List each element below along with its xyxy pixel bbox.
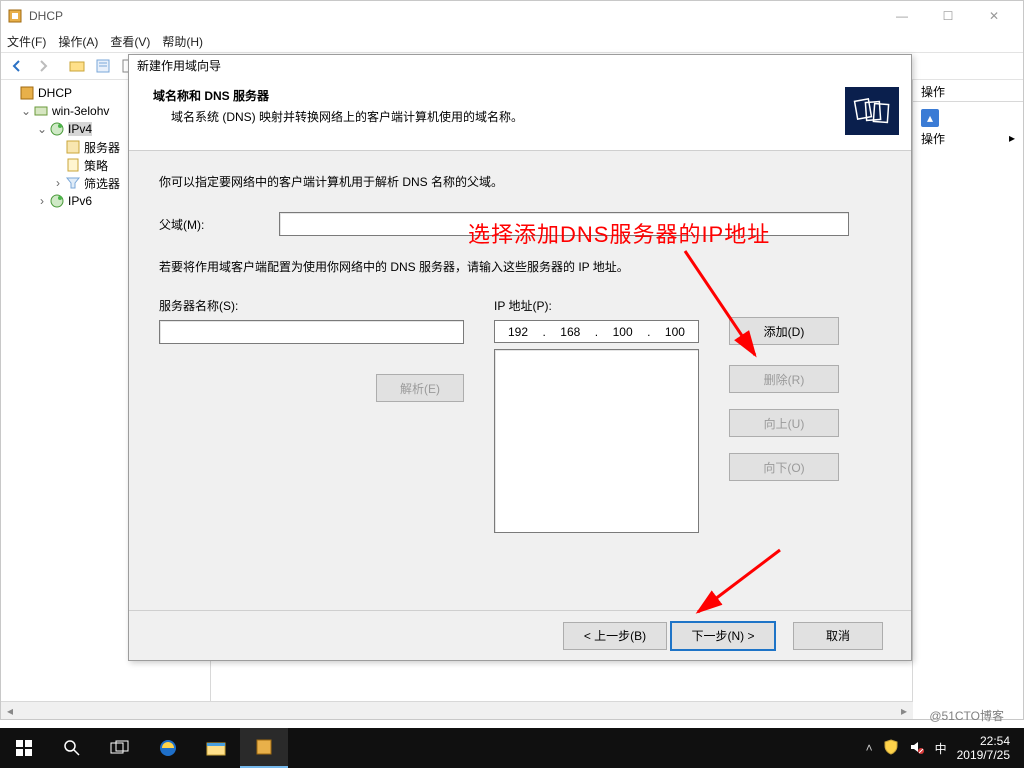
actions-ops[interactable]: 操作 bbox=[921, 130, 945, 147]
next-button[interactable]: 下一步(N) > bbox=[671, 622, 775, 650]
horizontal-scrollbar[interactable]: ◂▸ bbox=[1, 701, 913, 719]
dhcp-app-icon bbox=[7, 8, 23, 24]
wizard-title: 新建作用域向导 bbox=[129, 55, 911, 77]
collapse-icon[interactable]: ▴ bbox=[921, 109, 939, 127]
taskbar-explorer[interactable] bbox=[192, 728, 240, 768]
menu-view[interactable]: 查看(V) bbox=[110, 33, 150, 50]
tray-volume-icon[interactable] bbox=[909, 739, 925, 758]
watermark: @51CTO博客 bbox=[929, 707, 1004, 724]
wizard-line1: 你可以指定要网络中的客户端计算机用于解析 DNS 名称的父域。 bbox=[159, 173, 881, 190]
annotation-text: 选择添加DNS服务器的IP地址 bbox=[468, 217, 770, 249]
wizard-heading: 域名称和 DNS 服务器 bbox=[153, 87, 845, 104]
maximize-button[interactable]: ☐ bbox=[925, 1, 971, 31]
servername-label: 服务器名称(S): bbox=[159, 297, 464, 314]
up-button[interactable]: 向上(U) bbox=[729, 409, 839, 437]
down-button[interactable]: 向下(O) bbox=[729, 453, 839, 481]
resolve-button[interactable]: 解析(E) bbox=[376, 374, 464, 402]
back-button[interactable]: < 上一步(B) bbox=[563, 622, 667, 650]
wizard-subheading: 域名系统 (DNS) 映射并转换网络上的客户端计算机使用的域名称。 bbox=[153, 108, 845, 125]
wizard-header-icon bbox=[845, 87, 899, 135]
ip-label: IP 地址(P): bbox=[494, 297, 699, 314]
tray-shield-icon[interactable] bbox=[883, 739, 899, 758]
wizard-line2: 若要将作用域客户端配置为使用你网络中的 DNS 服务器，请输入这些服务器的 IP… bbox=[159, 258, 881, 275]
nav-forward-button[interactable] bbox=[31, 55, 55, 77]
menu-action[interactable]: 操作(A) bbox=[58, 33, 98, 50]
cancel-button[interactable]: 取消 bbox=[793, 622, 883, 650]
taskbar-ie[interactable] bbox=[144, 728, 192, 768]
ip-address-input[interactable]: 192. 168. 100. 100 bbox=[494, 320, 699, 343]
menu-file[interactable]: 文件(F) bbox=[7, 33, 46, 50]
remove-button[interactable]: 删除(R) bbox=[729, 365, 839, 393]
actions-header: 操作 bbox=[913, 80, 1023, 102]
tray: ˄ 中 22:54 2019/7/25 bbox=[856, 734, 1024, 762]
actions-pane: 操作 ▴ 操作 ▸ bbox=[913, 80, 1023, 719]
window-title: DHCP bbox=[29, 9, 63, 23]
new-scope-wizard: 新建作用域向导 域名称和 DNS 服务器 域名系统 (DNS) 映射并转换网络上… bbox=[128, 54, 912, 661]
add-button[interactable]: 添加(D) bbox=[729, 317, 839, 345]
taskbar: ˄ 中 22:54 2019/7/25 bbox=[0, 728, 1024, 768]
close-button[interactable]: ✕ bbox=[971, 1, 1017, 31]
ip-listbox[interactable] bbox=[494, 349, 699, 533]
minimize-button[interactable]: — bbox=[879, 1, 925, 31]
titlebar[interactable]: DHCP — ☐ ✕ bbox=[1, 1, 1023, 31]
nav-back-button[interactable] bbox=[5, 55, 29, 77]
tray-clock[interactable]: 22:54 2019/7/25 bbox=[957, 734, 1014, 762]
menu-help[interactable]: 帮助(H) bbox=[162, 33, 203, 50]
search-button[interactable] bbox=[48, 728, 96, 768]
taskbar-dhcp[interactable] bbox=[240, 728, 288, 768]
wizard-header: 域名称和 DNS 服务器 域名系统 (DNS) 映射并转换网络上的客户端计算机使… bbox=[129, 77, 911, 151]
parent-domain-label: 父域(M): bbox=[159, 216, 279, 233]
tray-chevron-icon[interactable]: ˄ bbox=[866, 741, 873, 755]
menubar: 文件(F) 操作(A) 查看(V) 帮助(H) bbox=[1, 31, 1023, 52]
wizard-footer: < 上一步(B) 下一步(N) > 取消 bbox=[129, 610, 911, 660]
start-button[interactable] bbox=[0, 728, 48, 768]
chevron-right-icon: ▸ bbox=[1009, 131, 1015, 145]
toolbar-properties-icon[interactable] bbox=[91, 55, 115, 77]
toolbar-folder-icon[interactable] bbox=[65, 55, 89, 77]
servername-input[interactable] bbox=[159, 320, 464, 344]
taskview-button[interactable] bbox=[96, 728, 144, 768]
tray-ime[interactable]: 中 bbox=[935, 740, 947, 757]
